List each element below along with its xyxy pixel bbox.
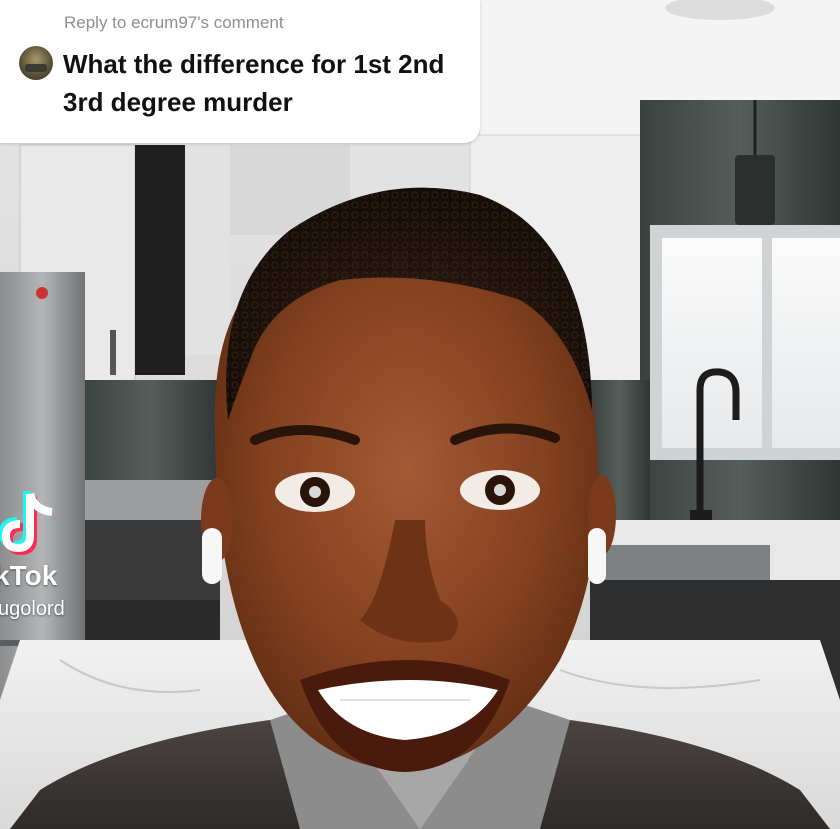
- reply-to-label: Reply to ecrum97's comment: [64, 13, 284, 32]
- comment-text: What the difference for 1st 2nd 3rd degr…: [63, 49, 445, 117]
- tiktok-username: ugolord: [0, 598, 65, 620]
- tiktok-wordmark: kTok: [0, 560, 58, 591]
- reply-comment-card: Reply to ecrum97's comment What the diff…: [0, 0, 480, 143]
- tiktok-logo-icon: [0, 491, 53, 556]
- commenter-avatar: [19, 46, 53, 80]
